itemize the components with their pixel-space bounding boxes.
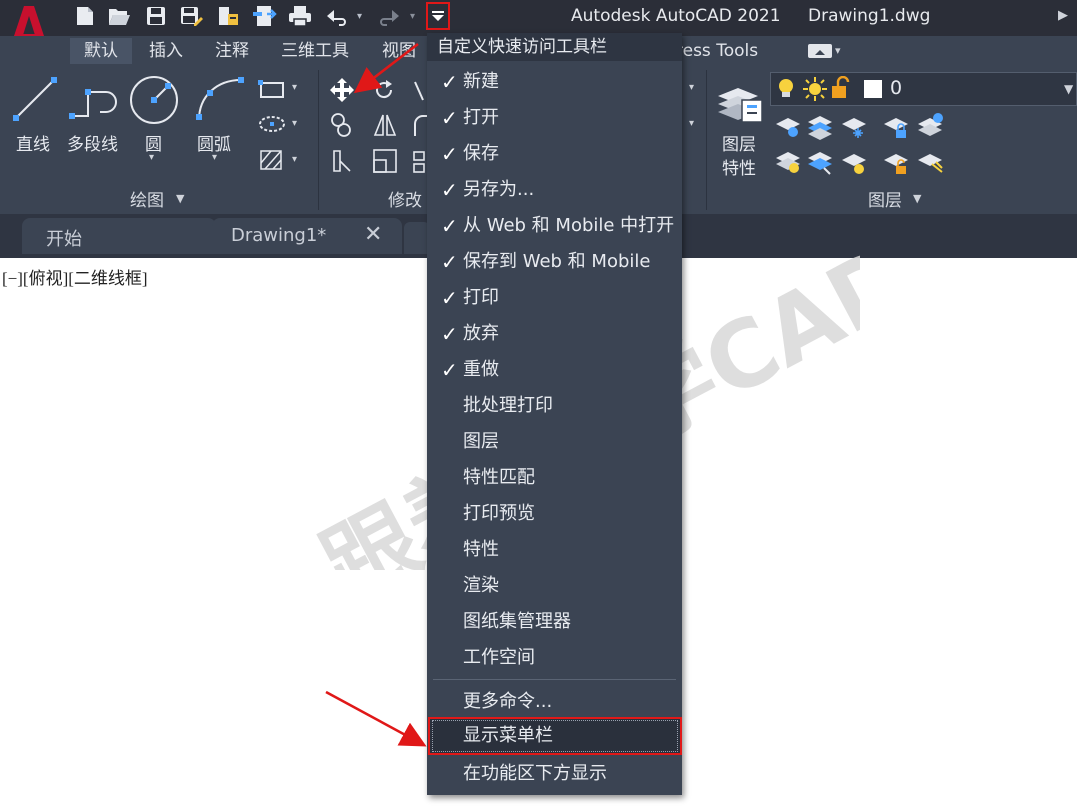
annotation-arrow-bottom: [325, 690, 427, 747]
annotation-arrow-top: [353, 42, 419, 94]
annotation-arrows: [325, 42, 427, 747]
